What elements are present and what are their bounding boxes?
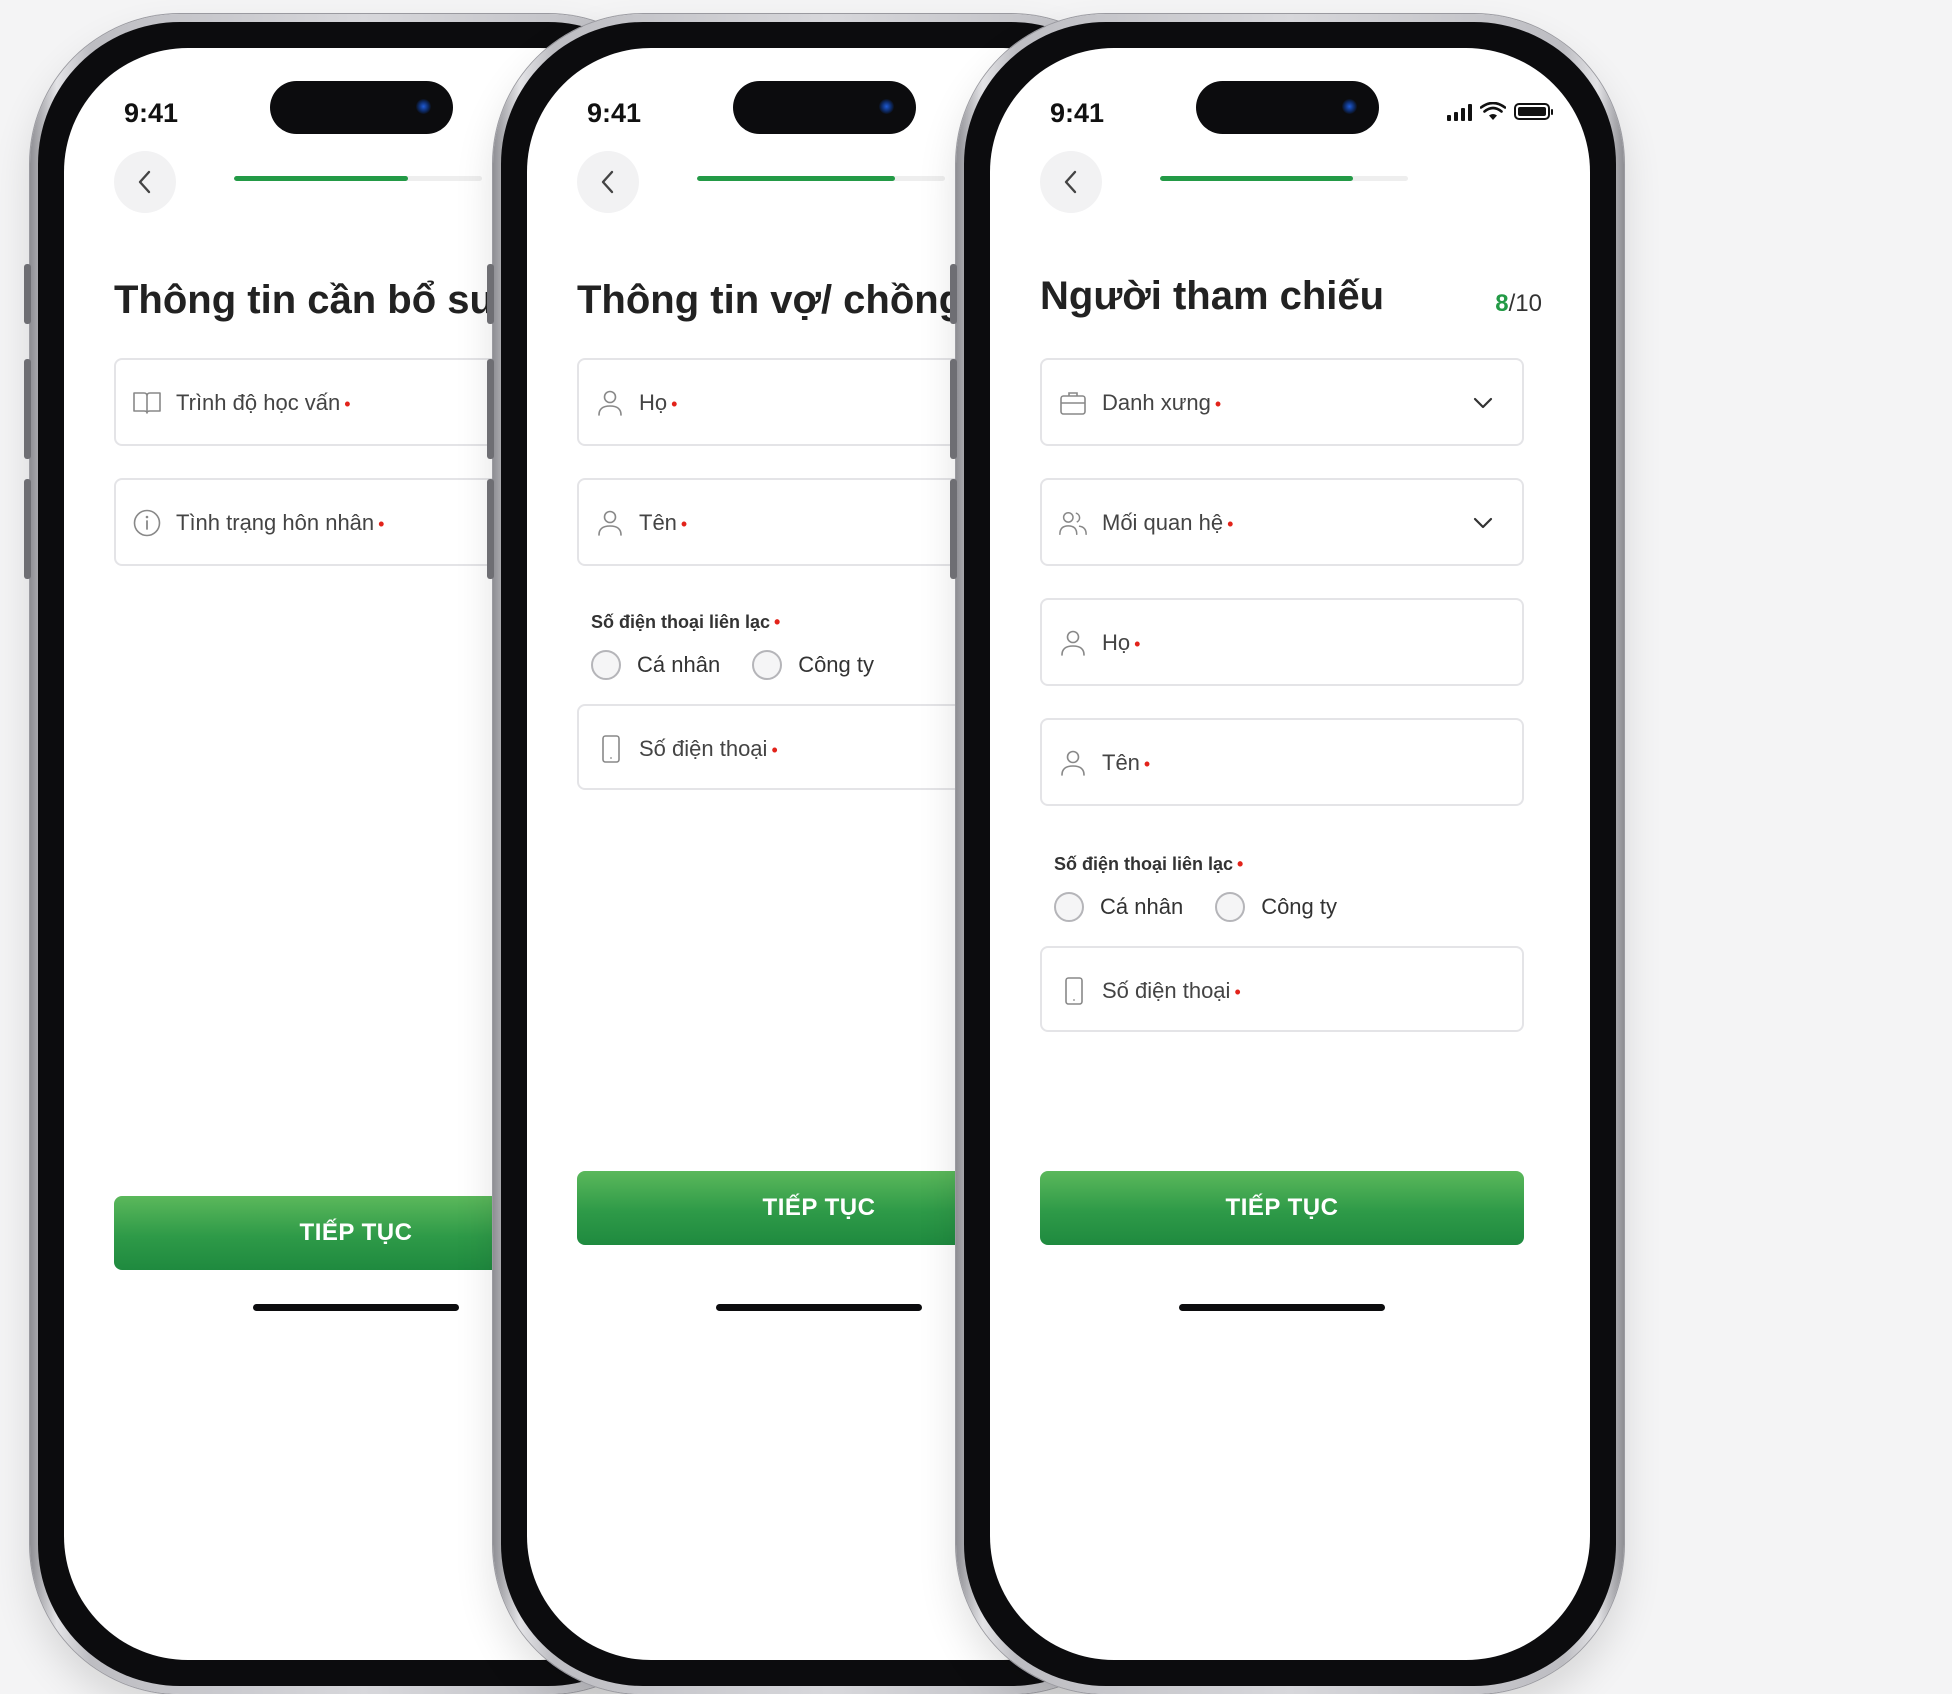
dynamic-island	[270, 81, 453, 134]
title-select[interactable]: Danh xưng •	[1040, 358, 1524, 446]
field-label: Số điện thoại •	[639, 736, 778, 761]
phone-number-input[interactable]: Số điện thoại •	[1040, 946, 1524, 1032]
dynamic-island	[733, 81, 916, 134]
battery-icon	[1514, 103, 1553, 120]
required-mark: •	[1214, 394, 1222, 414]
first-name-input[interactable]: Tên •	[1040, 718, 1524, 806]
screen-reference-person: 9:41 Người tham chiếu 8/10 Danh xưng • M…	[990, 48, 1590, 1660]
volume-down-button	[950, 479, 957, 579]
phone-type-radio-group: Cá nhân Công ty	[1054, 892, 1369, 922]
volume-up-button	[487, 359, 494, 459]
field-label: Tên •	[1102, 750, 1151, 775]
step-current: 8	[1495, 290, 1509, 317]
field-label: Tình trạng hôn nhân •	[176, 510, 385, 535]
required-mark: •	[771, 740, 778, 760]
book-icon	[132, 388, 162, 418]
camera-icon	[1342, 99, 1357, 114]
volume-down-button	[487, 479, 494, 579]
radio-company[interactable]	[752, 650, 783, 680]
users-icon	[1058, 508, 1088, 538]
required-mark: •	[1234, 982, 1241, 1002]
required-mark: •	[1227, 514, 1234, 534]
required-mark: •	[344, 394, 351, 414]
home-indicator	[253, 1304, 459, 1311]
last-name-input[interactable]: Họ •	[1040, 598, 1524, 686]
mobile-phone-icon	[1058, 976, 1088, 1006]
field-label: Danh xưng •	[1102, 390, 1222, 415]
status-time: 9:41	[124, 98, 179, 128]
briefcase-icon	[1058, 388, 1088, 418]
camera-icon	[879, 99, 894, 114]
required-mark: •	[680, 514, 688, 534]
progress-fill	[1160, 176, 1354, 181]
user-icon	[595, 388, 625, 418]
back-button[interactable]	[577, 151, 639, 213]
info-icon	[132, 508, 162, 538]
volume-up-button	[24, 359, 31, 459]
volume-down-button	[24, 479, 31, 579]
dynamic-island	[1196, 81, 1379, 134]
radio-personal-label[interactable]: Cá nhân	[1100, 894, 1183, 920]
field-label: Họ •	[1102, 630, 1141, 655]
status-icons	[1447, 102, 1553, 121]
required-mark: •	[774, 612, 781, 632]
chevron-down-icon	[1473, 397, 1493, 409]
progress-fill	[234, 176, 408, 181]
radio-personal[interactable]	[1054, 892, 1084, 922]
home-indicator	[716, 1304, 922, 1311]
phone-section-label: Số điện thoại liên lạc •	[1054, 854, 1244, 874]
field-label: Tên •	[639, 510, 688, 535]
radio-personal[interactable]	[591, 650, 621, 680]
chevron-down-icon	[1473, 517, 1493, 529]
continue-button[interactable]: TIẾP TỤC	[1040, 1171, 1524, 1245]
camera-icon	[416, 99, 431, 114]
chevron-left-icon	[601, 170, 614, 194]
radio-company-label[interactable]: Công ty	[798, 652, 874, 678]
mute-switch	[950, 264, 957, 324]
step-progress-bar	[697, 176, 945, 181]
step-progress-bar	[234, 176, 482, 181]
phone-type-radio-group: Cá nhân Công ty	[591, 650, 906, 680]
required-mark: •	[1134, 634, 1141, 654]
page-title: Thông tin vợ/ chồng	[577, 278, 964, 322]
wifi-icon	[1480, 102, 1506, 120]
step-counter: 8/10	[1495, 290, 1542, 318]
phone-section-label: Số điện thoại liên lạc •	[591, 612, 781, 632]
required-mark: •	[671, 394, 678, 414]
mute-switch	[24, 264, 31, 324]
required-mark: •	[1143, 754, 1151, 774]
field-label: Số điện thoại •	[1102, 978, 1241, 1003]
status-time: 9:41	[1050, 98, 1105, 128]
required-mark: •	[1237, 854, 1244, 874]
user-icon	[595, 508, 625, 538]
required-mark: •	[378, 514, 385, 534]
step-total: /10	[1508, 290, 1542, 317]
volume-up-button	[950, 359, 957, 459]
step-progress-bar	[1160, 176, 1408, 181]
phone-frame-3: 9:41 Người tham chiếu 8/10 Danh xưng • M…	[950, 14, 1624, 1694]
page-title: Người tham chiếu	[1040, 274, 1385, 318]
status-time: 9:41	[587, 98, 642, 128]
field-label: Họ •	[639, 390, 678, 415]
page-title: Thông tin cần bổ sung	[114, 278, 543, 322]
mute-switch	[487, 264, 494, 324]
radio-company-label[interactable]: Công ty	[1261, 894, 1337, 920]
cellular-signal-icon	[1447, 103, 1472, 121]
user-icon	[1058, 748, 1088, 778]
progress-fill	[697, 176, 896, 181]
home-indicator	[1179, 1304, 1385, 1311]
user-icon	[1058, 628, 1088, 658]
chevron-left-icon	[138, 170, 151, 194]
radio-personal-label[interactable]: Cá nhân	[637, 652, 720, 678]
chevron-left-icon	[1064, 170, 1077, 194]
mobile-phone-icon	[595, 734, 625, 764]
field-label: Mối quan hệ •	[1102, 510, 1234, 535]
back-button[interactable]	[114, 151, 176, 213]
back-button[interactable]	[1040, 151, 1102, 213]
relationship-select[interactable]: Mối quan hệ •	[1040, 478, 1524, 566]
radio-company[interactable]	[1215, 892, 1246, 922]
field-label: Trình độ học vấn •	[176, 390, 351, 415]
